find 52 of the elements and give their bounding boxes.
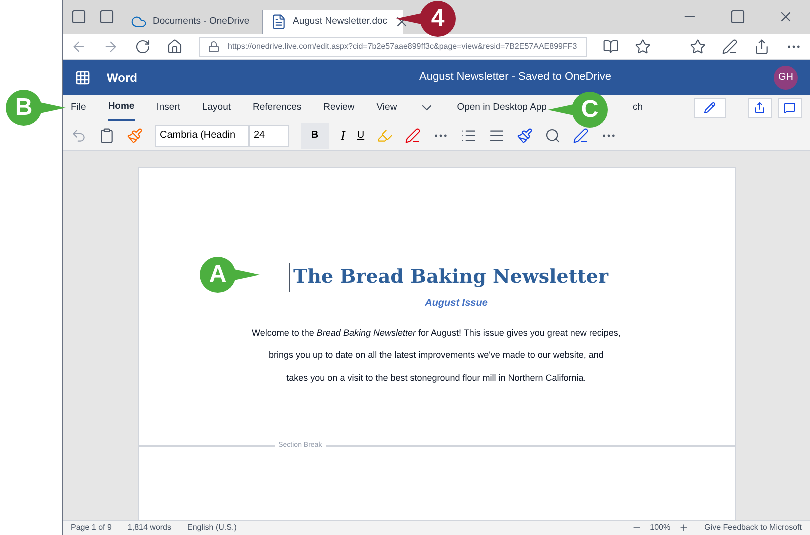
font-size-field[interactable]: 24 <box>249 124 289 146</box>
favorites-icon[interactable] <box>690 38 706 54</box>
share-icon[interactable] <box>754 38 770 54</box>
document-title[interactable]: August Newsletter - Saved to OneDrive <box>257 69 774 86</box>
body-text-line: brings you up to date on all the latest improvements we've made to our website, and <box>269 349 604 362</box>
pen-icon[interactable] <box>722 38 738 54</box>
app-name: Word <box>107 70 138 86</box>
body-text-line: Welcome to the Bread Baking Newsletter for August! This issue gives you great new recipes, <box>252 326 621 340</box>
lock-icon <box>208 40 220 52</box>
italic-button[interactable]: I <box>341 126 346 146</box>
ribbon-tab[interactable]: References <box>253 95 302 121</box>
styles-icon[interactable] <box>516 128 533 144</box>
search-icon[interactable] <box>544 128 561 144</box>
star-icon[interactable] <box>635 38 652 54</box>
ribbon-tab[interactable]: Review <box>324 95 355 121</box>
pencil-icon <box>704 102 716 114</box>
ribbon-tab[interactable]: Insert <box>156 95 180 121</box>
restore-icon[interactable] <box>730 9 746 25</box>
share-button[interactable] <box>748 98 772 118</box>
zoom-level[interactable]: 100% <box>650 522 671 534</box>
format-painter-icon[interactable] <box>127 128 143 144</box>
page-count: Page 1 of 9 <box>71 522 112 534</box>
open-in-desktop-app[interactable]: Open in Desktop App <box>457 100 547 116</box>
user-avatar[interactable]: GH <box>774 66 798 90</box>
document-title: The Bread Baking Newsletter <box>288 263 608 292</box>
address-bar[interactable]: https://onedrive.live.com/edit.aspx?cid=7b2e57aae899ff3c&page=view&resid=7B2E57AAE899FF3 <box>199 36 588 56</box>
refresh-icon[interactable] <box>135 38 151 54</box>
editing-mode-button[interactable] <box>694 98 726 118</box>
comment-icon <box>784 102 796 114</box>
body-text-line: takes you on a visit to the best stoneground flour mill in Northern California. <box>286 372 586 385</box>
bold-button[interactable]: B <box>301 122 329 148</box>
comments-button[interactable] <box>778 98 802 118</box>
home-icon[interactable] <box>167 38 183 54</box>
ribbon-tab[interactable]: View <box>376 95 398 121</box>
zoom-in-icon[interactable] <box>678 523 689 533</box>
word-count: 1,814 words <box>128 522 172 534</box>
ribbon-tab[interactable]: File <box>71 95 86 121</box>
feedback-link[interactable]: Give Feedback to Microsoft <box>704 522 802 534</box>
language[interactable]: English (U.S.) <box>188 522 237 534</box>
underline-button[interactable]: U <box>357 128 365 143</box>
font-field[interactable]: Cambria (Headin <box>155 124 249 146</box>
document-icon[interactable] <box>271 14 287 30</box>
ribbon-tab[interactable]: ch <box>632 100 644 116</box>
pen-icon[interactable] <box>572 128 589 144</box>
clipboard-icon[interactable] <box>99 128 115 144</box>
ribbon-tab[interactable]: Layout <box>202 95 232 121</box>
share-icon <box>754 102 766 114</box>
document-subtitle: August Issue <box>425 296 488 310</box>
cloud-icon[interactable] <box>131 14 147 30</box>
reading-view-icon[interactable] <box>603 38 620 54</box>
app-launcher-icon[interactable] <box>75 70 91 86</box>
font-color-icon[interactable] <box>404 128 421 144</box>
